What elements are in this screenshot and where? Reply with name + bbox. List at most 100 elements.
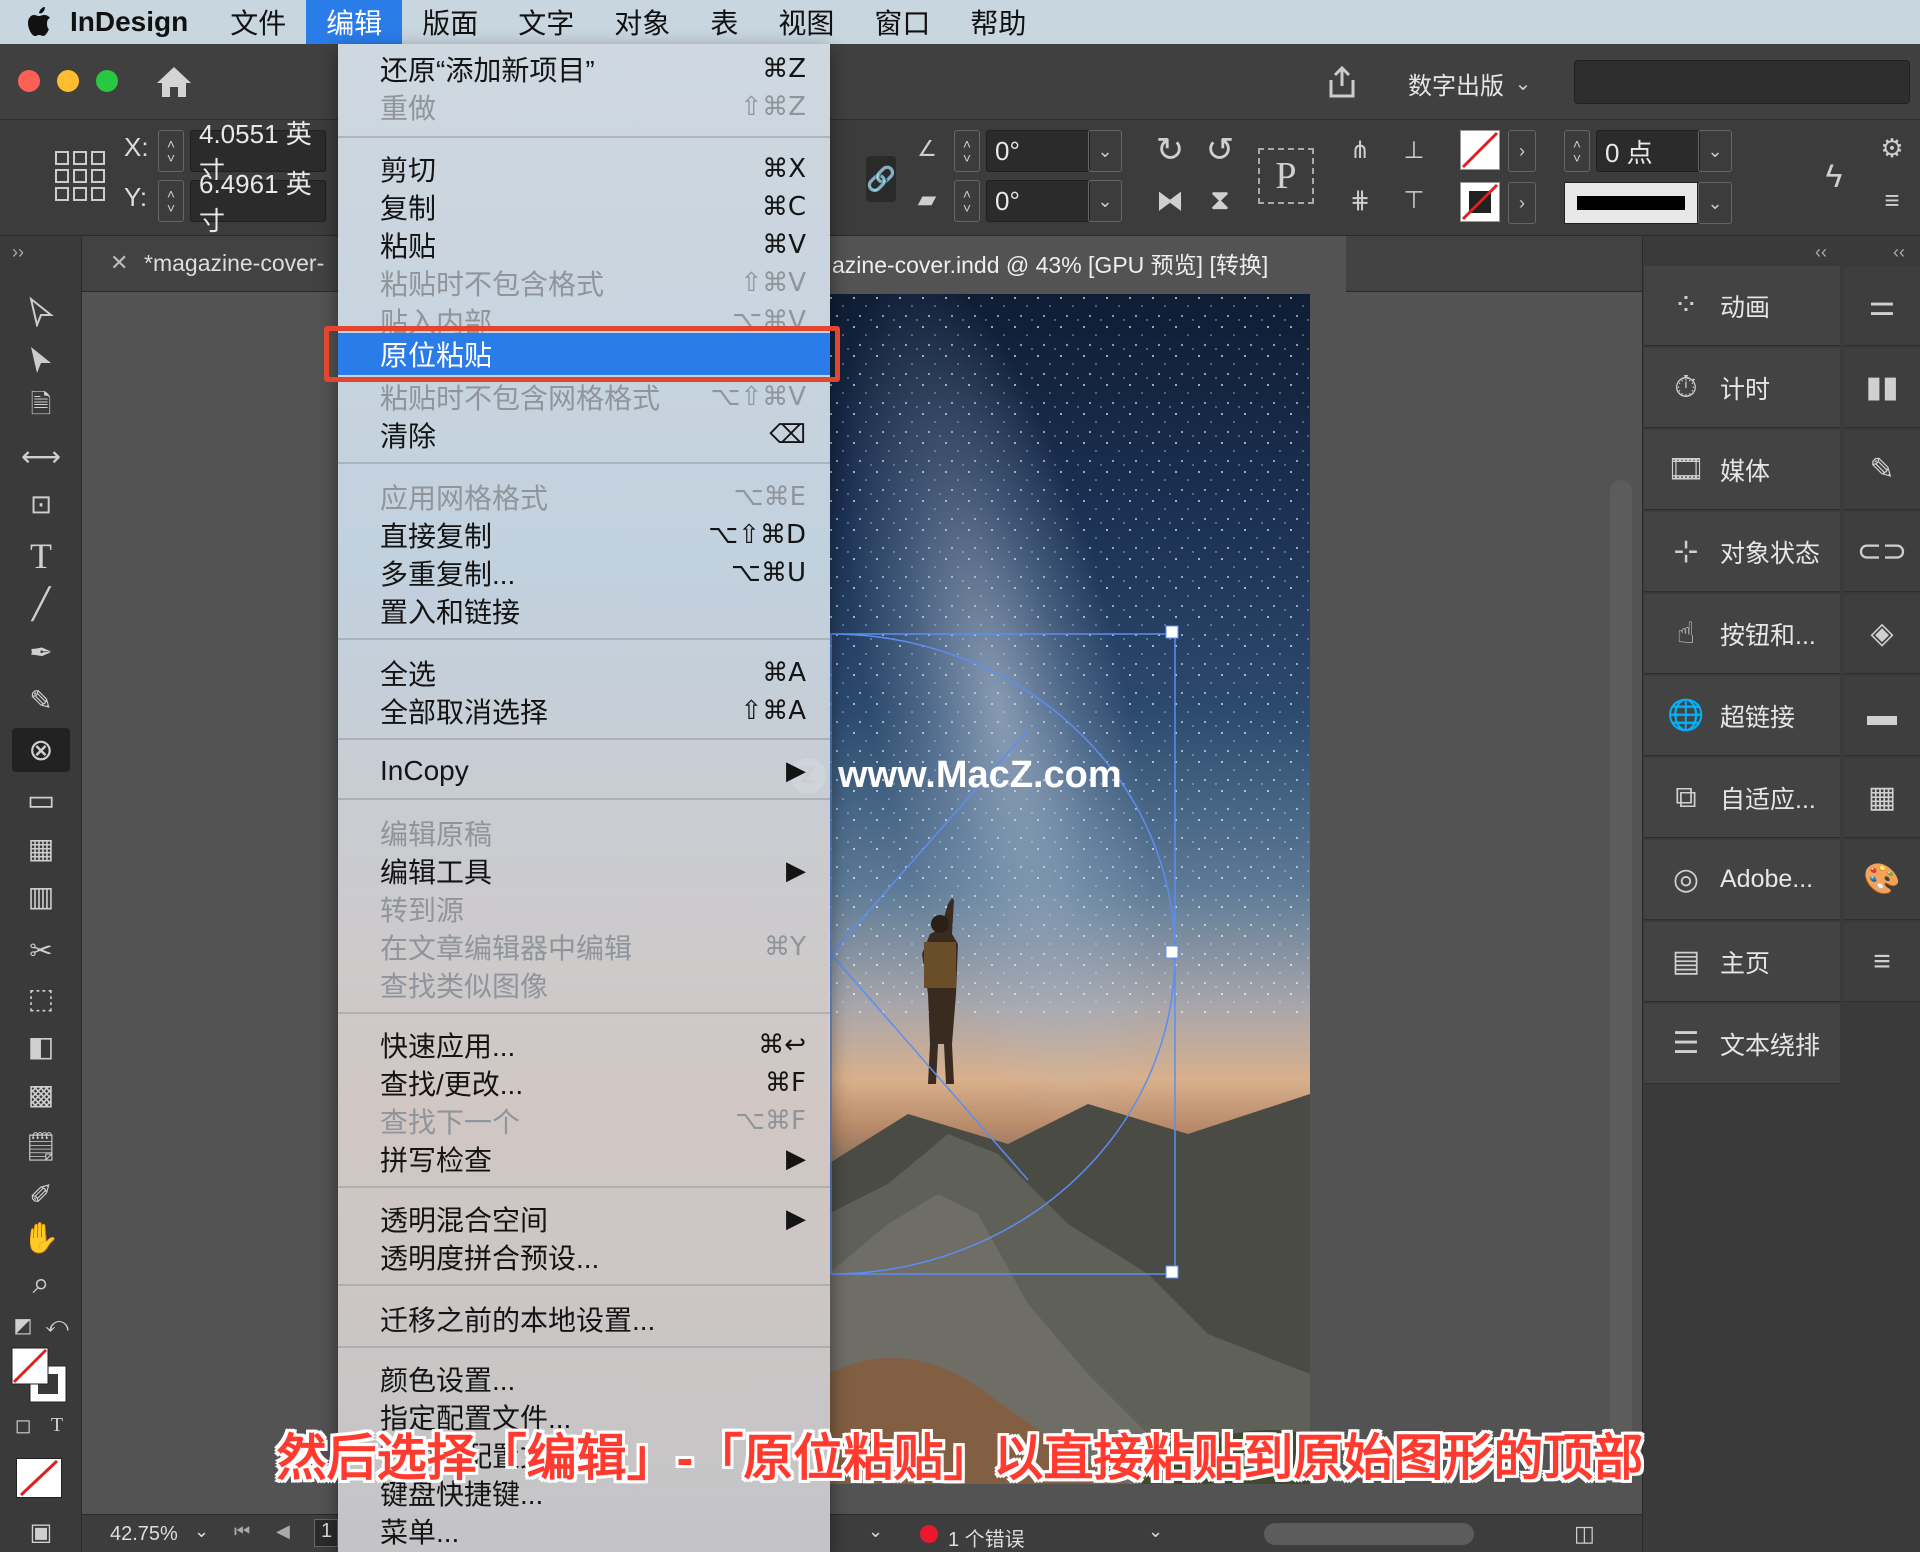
search-input[interactable] [1574,60,1910,104]
close-window-button[interactable] [18,70,40,92]
menu-layout[interactable]: 版面 [402,0,498,44]
menu-item-migrate-settings[interactable]: 迁移之前的本地设置... [338,1300,830,1338]
gradient-feather-tool-icon[interactable]: ▩ [16,1074,66,1114]
rectangle-frame-tool-icon[interactable]: ⊗ [12,728,70,772]
previous-page-icon[interactable]: ◀ [276,1521,290,1542]
panel-menu-icon[interactable]: ≡ [1874,182,1910,218]
zoom-dropdown-icon[interactable]: ⌄ [194,1521,209,1542]
menu-item-clear[interactable]: 清除 ⌫ [338,416,830,454]
rotate-stepper[interactable]: ˄ ˅ [954,130,980,172]
pencil-tool-icon[interactable]: ✎ [16,680,66,720]
panel-hyperlinks[interactable]: 🌐 超链接 [1644,676,1840,756]
fill-none-swatch[interactable] [1460,130,1500,170]
scissors-tool-icon[interactable]: ✂ [16,930,66,970]
workspace-switcher[interactable]: 数字出版 [1408,66,1504,101]
page-tool-icon[interactable]: 🗎 [16,388,66,428]
menu-item-cut[interactable]: 剪切 ⌘X [338,150,830,188]
menu-item-duplicate[interactable]: 直接复制 ⌥⇧⌘D [338,516,830,554]
shear-dropdown[interactable]: ⌄ [1088,180,1122,222]
x-stepper[interactable]: ˄ ˅ [158,130,184,172]
error-dropdown-icon[interactable]: ⌄ [1148,1521,1163,1542]
menu-item-find-change[interactable]: 查找/更改... ⌘F [338,1064,830,1102]
panel-text-wrap[interactable]: ☰ 文本绕排 [1644,1004,1840,1084]
panel-adobe-color[interactable]: ◎ Adobe... [1644,840,1840,920]
menu-edit[interactable]: 编辑 [306,0,403,44]
pages-panel-icon[interactable]: ▮▮ [1844,348,1920,428]
rotate-angle-field[interactable]: 0° [986,130,1090,172]
reference-p-icon[interactable]: P [1258,148,1314,204]
menu-item-deselect-all[interactable]: 全部取消选择 ⇧⌘A [338,692,830,730]
menu-view[interactable]: 视图 [758,0,854,44]
rotate-counterclockwise-icon[interactable]: ↺ [1200,130,1240,170]
paragraph-styles-icon[interactable]: ≡ [1844,922,1920,1002]
rotate-dropdown[interactable]: ⌄ [1088,130,1122,172]
align-top-icon[interactable]: ⋔ [1342,132,1378,168]
gradient-panel-icon[interactable]: ▬ [1844,676,1920,756]
gear-icon[interactable]: ⚙ [1874,130,1910,166]
collapse-panel-icon[interactable]: ›› [12,242,24,263]
menu-item-quick-apply[interactable]: 快速应用... ⌘↩ [338,1026,830,1064]
stroke-swatch-arrow[interactable]: › [1508,182,1536,224]
distribute-icon[interactable]: ⊥ [1392,132,1436,168]
menu-item-menus[interactable]: 菜单... [338,1512,830,1550]
fill-swatch-arrow[interactable]: › [1508,130,1536,172]
menu-item-copy[interactable]: 复制 ⌘C [338,188,830,226]
stroke-type-field[interactable] [1564,182,1698,224]
apple-icon[interactable] [0,0,60,44]
content-collector-icon[interactable]: ⊡ [16,484,66,524]
layers-icon[interactable]: ◈ [1844,594,1920,674]
grid-tool-icon[interactable]: ▥ [16,876,66,916]
menu-app-indesign[interactable]: InDesign [60,0,210,44]
table-tool-icon[interactable]: ▦ [16,828,66,868]
eyedropper-tool-icon[interactable]: ✐ [16,1174,66,1214]
color-panel-icon[interactable]: 🎨 [1844,840,1920,920]
menu-item-place-and-link[interactable]: 置入和链接 [338,592,830,630]
line-tool-icon[interactable]: ╱ [16,584,66,624]
fill-stroke-swatch[interactable] [10,1346,67,1403]
properties-icon[interactable]: ⚌ [1844,266,1920,346]
menu-object[interactable]: 对象 [594,0,690,44]
tab-magazine-cover[interactable]: *magazine-cover- [144,250,324,277]
zoom-window-button[interactable] [96,70,118,92]
split-view-icon[interactable]: ◫ [1574,1521,1595,1547]
zoom-level-field[interactable]: 42.75% [110,1523,178,1546]
selection-tool-icon[interactable] [16,292,66,332]
pen-tool-icon[interactable]: ✒ [16,632,66,672]
distribute-horizontal-icon[interactable]: ⊤ [1392,182,1436,218]
menu-file[interactable]: 文件 [210,0,306,44]
minimize-window-button[interactable] [57,70,79,92]
screen-mode-icon[interactable]: ▣ [16,1512,66,1552]
panel-master-pages[interactable]: ▤ 主页 [1644,922,1840,1002]
menu-item-transparency-blend-space[interactable]: 透明混合空间 ▶ [338,1200,830,1238]
preflight-dropdown-icon[interactable]: ⌄ [868,1521,883,1542]
rotate-clockwise-icon[interactable]: ↻ [1150,130,1190,170]
vertical-scrollbar[interactable] [1610,480,1632,1440]
swatches-icon[interactable]: ▦ [1844,758,1920,838]
menu-item-transparency-flattener-presets[interactable]: 透明度拼合预设... [338,1238,830,1276]
quick-apply-icon[interactable]: ϟ [1816,154,1852,198]
menu-item-spelling[interactable]: 拼写检查 ▶ [338,1140,830,1178]
menu-item-step-repeat[interactable]: 多重复制... ⌥⌘U [338,554,830,592]
page-number-field[interactable]: 1 [314,1519,338,1547]
menu-help[interactable]: 帮助 [950,0,1046,44]
type-tool-icon[interactable]: T [16,536,66,576]
stroke-type-dropdown[interactable]: ⌄ [1698,182,1732,224]
collapse-panels-icon[interactable]: ‹‹ [1815,242,1827,263]
error-count-label[interactable]: 1 个错误 [948,1523,1025,1552]
default-fill-stroke-icon[interactable]: ◩ [8,1310,38,1340]
shear-angle-field[interactable]: 0° [986,180,1090,222]
home-icon[interactable] [152,62,196,102]
gradient-swatch-tool-icon[interactable]: ◧ [16,1026,66,1066]
panel-animation[interactable]: ⁘ 动画 [1644,266,1840,346]
menu-item-incopy[interactable]: InCopy ▶ [338,752,830,790]
y-position-field[interactable]: 6.4961 英寸 [190,169,326,236]
flip-vertical-icon[interactable]: ⧗ [1200,180,1240,220]
direct-selection-tool-icon[interactable] [16,340,66,380]
horizontal-scrollbar[interactable] [1264,1523,1474,1545]
constrain-proportions-icon[interactable]: 🔗 [866,156,896,202]
note-tool-icon[interactable]: 🗒 [16,1126,66,1166]
panel-liquid-layout[interactable]: ⧉ 自适应... [1644,758,1840,838]
menu-window[interactable]: 窗口 [854,0,950,44]
links-icon[interactable]: ⊂⊃ [1844,512,1920,592]
free-transform-tool-icon[interactable]: ⬚ [16,978,66,1018]
